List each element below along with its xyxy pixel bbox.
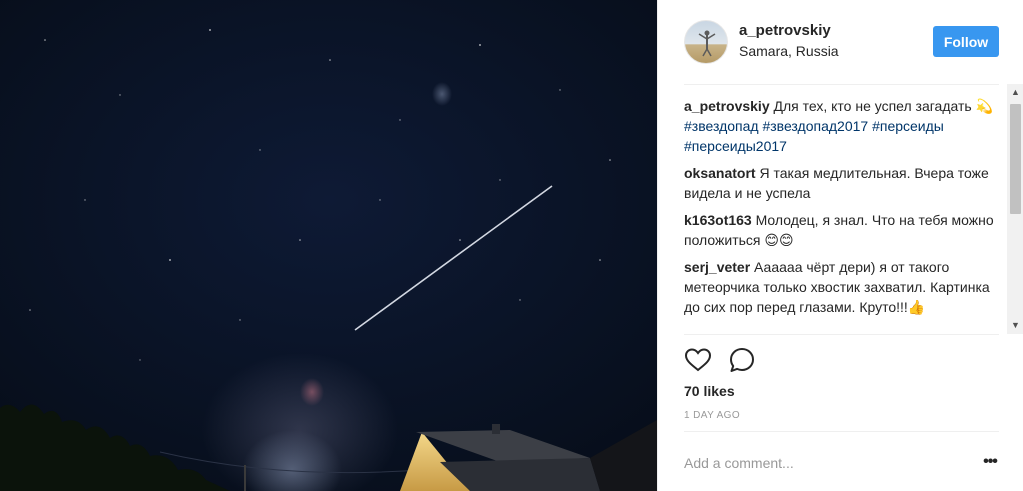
comment-item: oksanatort Я такая медлительная. Вчера т… (684, 163, 1006, 203)
caption-text: Для тех, кто не успел загадать 💫 (769, 98, 994, 114)
comment-item: serj_veter Аааааа чёрт дери) я от такого… (684, 257, 1006, 317)
scroll-down-icon[interactable]: ▼ (1007, 317, 1023, 334)
likes-count[interactable]: 70 likes (684, 383, 735, 399)
comment-username[interactable]: k163ot163 (684, 212, 752, 228)
hashtag-link[interactable]: #персеиды2017 (684, 138, 787, 154)
post-header: a_petrovskiy Samara, Russia Follow (658, 0, 1023, 84)
more-options-icon[interactable]: ••• (980, 452, 1000, 472)
comment-item: k163ot163 Молодец, я знал. Что на тебя м… (684, 210, 1006, 250)
house-silhouette (400, 420, 657, 491)
header-location[interactable]: Samara, Russia (739, 43, 839, 59)
comment-bubble-icon[interactable] (728, 346, 756, 374)
avatar[interactable] (684, 20, 728, 64)
header-divider (684, 84, 999, 85)
caption-comment: a_petrovskiy Для тех, кто не успел загад… (684, 96, 1006, 156)
comments-divider (684, 334, 999, 335)
meteor-trail (354, 185, 553, 331)
post-side-panel: a_petrovskiy Samara, Russia Follow a_pet… (657, 0, 1023, 491)
comment-username[interactable]: serj_veter (684, 259, 750, 275)
hashtag-link[interactable]: #персеиды (872, 118, 944, 134)
hashtag-link[interactable]: #звездопад2017 (762, 118, 868, 134)
trees-silhouette (0, 404, 230, 491)
add-comment-input[interactable] (684, 452, 964, 474)
hashtag-link[interactable]: #звездопад (684, 118, 759, 134)
heart-icon[interactable] (684, 346, 712, 374)
comments-scrollbar[interactable]: ▲ ▼ (1007, 84, 1023, 334)
post-timestamp: 1 day ago (684, 410, 741, 421)
scrollbar-thumb[interactable] (1010, 104, 1021, 214)
comment-username[interactable]: oksanatort (684, 165, 756, 181)
comments-list: a_petrovskiy Для тех, кто не успел загад… (684, 96, 1006, 334)
scroll-up-icon[interactable]: ▲ (1007, 84, 1023, 101)
avatar-person-icon (698, 30, 716, 57)
header-username[interactable]: a_petrovskiy (739, 22, 831, 39)
follow-button[interactable]: Follow (933, 26, 999, 57)
footer-divider (684, 431, 999, 432)
caption-username[interactable]: a_petrovskiy (684, 98, 770, 114)
night-sky-image (0, 29, 657, 491)
post-photo (0, 0, 657, 491)
stars (29, 29, 611, 361)
